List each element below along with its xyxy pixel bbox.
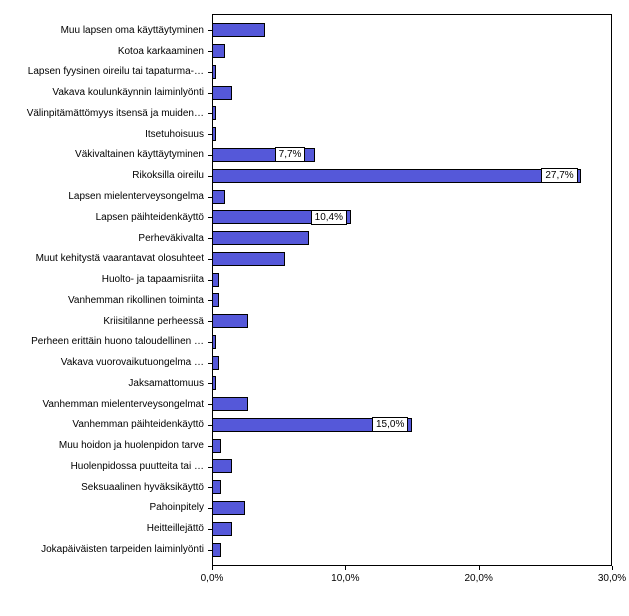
y-axis-label: Kriisitilanne perheessä (0, 311, 208, 332)
bar-row (212, 311, 612, 332)
y-axis-label: Lapsen päihteidenkäyttö (0, 207, 208, 228)
bar-value-label: 15,0% (372, 417, 408, 432)
bar-row (212, 41, 612, 62)
bar (212, 23, 265, 37)
bar-row (212, 228, 612, 249)
y-axis-label: Välinpitämättömyys itsensä ja muiden… (0, 103, 208, 124)
x-axis-label: 0,0% (201, 573, 224, 584)
bar-row (212, 456, 612, 477)
y-axis-label: Perheen erittäin huono taloudellinen … (0, 331, 208, 352)
y-axis-labels: Muu lapsen oma käyttäytyminenKotoa karka… (0, 20, 208, 560)
y-axis-label: Jaksamattomuus (0, 373, 208, 394)
bar (212, 127, 216, 141)
bar (212, 439, 221, 453)
y-axis-label: Seksuaalinen hyväksikäyttö (0, 477, 208, 498)
bar (212, 65, 216, 79)
bar (212, 252, 285, 266)
bar-value-label: 7,7% (275, 147, 306, 162)
y-axis-label: Väkivaltainen käyttäytyminen (0, 145, 208, 166)
bar (212, 501, 245, 515)
bar-row (212, 290, 612, 311)
bar (212, 356, 219, 370)
bar-value-label: 10,4% (311, 210, 347, 225)
y-axis-label: Vanhemman rikollinen toiminta (0, 290, 208, 311)
bar-row (212, 539, 612, 560)
y-axis-label: Heitteillejättö (0, 518, 208, 539)
bar (212, 106, 216, 120)
x-axis-label: 10,0% (331, 573, 359, 584)
bar (212, 314, 248, 328)
bar (212, 480, 221, 494)
bar (212, 273, 219, 287)
bar (212, 190, 225, 204)
bar (212, 397, 248, 411)
bar (212, 335, 216, 349)
y-axis-label: Muu hoidon ja huolenpidon tarve (0, 435, 208, 456)
bar-row (212, 103, 612, 124)
bar-row (212, 394, 612, 415)
bar (212, 293, 219, 307)
y-axis-label: Vakava koulunkäynnin laiminlyönti (0, 82, 208, 103)
y-axis-label: Huolto- ja tapaamisriita (0, 269, 208, 290)
y-axis-label: Huolenpidossa puutteita tai … (0, 456, 208, 477)
y-axis-label: Jokapäiväisten tarpeiden laiminlyönti (0, 539, 208, 560)
bar-row (212, 477, 612, 498)
bar-row (212, 373, 612, 394)
bar-row (212, 331, 612, 352)
bar-row: 7,7% (212, 145, 612, 166)
bar (212, 169, 581, 183)
bar-row: 27,7% (212, 165, 612, 186)
x-axis-label: 30,0% (598, 573, 626, 584)
bar (212, 543, 221, 557)
y-axis-label: Lapsen mielenterveysongelma (0, 186, 208, 207)
y-axis-label: Kotoa karkaaminen (0, 41, 208, 62)
bar (212, 86, 232, 100)
bars-area: 7,7% 27,7% 10,4% 15,0% (212, 20, 612, 560)
y-axis-label: Rikoksilla oireilu (0, 165, 208, 186)
bar-row: 15,0% (212, 415, 612, 436)
bar-row (212, 186, 612, 207)
bar-row (212, 269, 612, 290)
bar-row (212, 248, 612, 269)
bar-row (212, 82, 612, 103)
y-axis-label: Muut kehitystä vaarantavat olosuhteet (0, 248, 208, 269)
bar-row (212, 62, 612, 83)
y-axis-label: Vanhemman mielenterveysongelmat (0, 394, 208, 415)
bar-row (212, 518, 612, 539)
bar (212, 376, 216, 390)
bar (212, 522, 232, 536)
y-axis-label: Vanhemman päihteidenkäyttö (0, 415, 208, 436)
x-axis-label: 20,0% (464, 573, 492, 584)
bar (212, 459, 232, 473)
y-axis-label: Muu lapsen oma käyttäytyminen (0, 20, 208, 41)
bar (212, 44, 225, 58)
bar-value-label: 27,7% (541, 168, 577, 183)
bar-row (212, 435, 612, 456)
bar-row: 10,4% (212, 207, 612, 228)
y-axis-label: Itsetuhoisuus (0, 124, 208, 145)
bar-row (212, 124, 612, 145)
y-axis-label: Perheväkivalta (0, 228, 208, 249)
y-axis-label: Vakava vuorovaikutuongelma … (0, 352, 208, 373)
bar-row (212, 352, 612, 373)
bar (212, 231, 309, 245)
y-axis-label: Lapsen fyysinen oireilu tai tapaturma-… (0, 62, 208, 83)
chart-container: Muu lapsen oma käyttäytyminenKotoa karka… (0, 0, 629, 616)
bar-row (212, 20, 612, 41)
bar-row (212, 498, 612, 519)
y-axis-label: Pahoinpitely (0, 498, 208, 519)
